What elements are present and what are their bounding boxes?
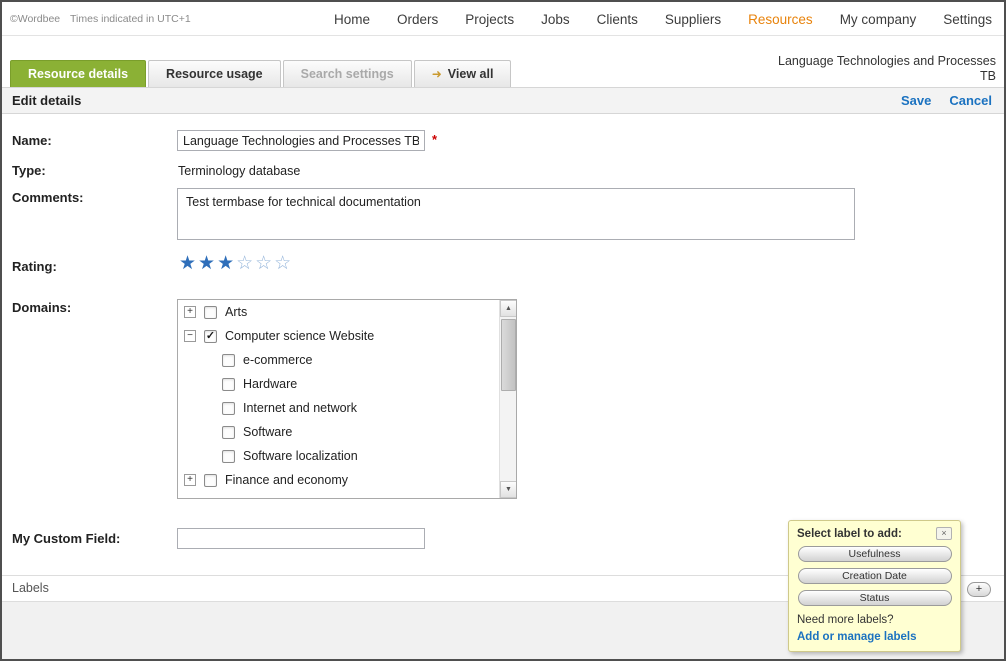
star-empty-icon[interactable]: ☆☆☆ [236,253,293,274]
scrollbar-thumb[interactable] [501,319,516,391]
type-value: Terminology database [178,164,300,178]
tree-row-label: Software localization [243,449,358,463]
checkbox[interactable] [204,474,217,487]
tree-row-software-localization[interactable]: Software localization [178,444,499,468]
tab-resource-usage[interactable]: Resource usage [148,60,281,87]
timezone-note: Times indicated in UTC+1 [70,13,191,25]
rating-label: Rating: [12,259,57,274]
checkbox[interactable] [204,498,217,500]
expand-icon[interactable]: + [184,474,196,486]
labels-section-title: Labels [12,581,49,595]
section-title: Edit details [12,93,81,108]
scroll-up-icon[interactable]: ▲ [500,300,517,317]
tree-row-finance-and-economy[interactable]: + Finance and economy [178,468,499,492]
app-window: ©Wordbee Times indicated in UTC+1 Home O… [0,0,1006,661]
close-icon[interactable]: × [936,527,952,540]
tab-resource-details[interactable]: Resource details [10,60,146,87]
star-filled-icon[interactable]: ★★★ [179,253,236,274]
nav-item-orders[interactable]: Orders [397,12,438,27]
popup-note: Need more labels? [797,614,952,626]
tree-row-label: Software [243,425,292,439]
cancel-button[interactable]: Cancel [949,93,992,108]
edit-details-bar: Edit details Save Cancel [2,87,1004,114]
tree-row-arts[interactable]: + Arts [178,300,499,324]
custom-field-input[interactable] [177,528,425,549]
tree-row-ecommerce[interactable]: e-commerce [178,348,499,372]
tree-row-computer-science[interactable]: − ✓ Computer science Website [178,324,499,348]
tree-row-clipped[interactable]: + [178,492,499,499]
toolbar-actions: Save Cancel [901,93,992,108]
checkbox[interactable] [204,306,217,319]
tree-scrollbar[interactable]: ▲ ▼ [499,300,516,498]
tab-view-all-label: View all [448,67,494,81]
checkbox[interactable] [222,402,235,415]
domains-tree-panel: + Arts − ✓ Computer science Website e-co… [177,299,517,499]
nav-item-suppliers[interactable]: Suppliers [665,12,721,27]
checkbox[interactable] [222,426,235,439]
tab-strip: Resource details Resource usage Search s… [10,60,511,87]
label-option-creation-date[interactable]: Creation Date [798,568,952,584]
arrow-right-icon: ➜ [432,67,442,81]
rating-stars[interactable]: ★★★☆☆☆ [179,252,293,275]
label-option-status[interactable]: Status [798,590,952,606]
manage-labels-link[interactable]: Add or manage labels [797,631,952,643]
add-label-button[interactable]: + [967,582,991,597]
main-nav: Home Orders Projects Jobs Clients Suppli… [334,2,992,36]
tree-row-label: Internet and network [243,401,357,415]
popup-title: Select label to add: [797,528,902,540]
label-picker-popup: Select label to add: × Usefulness Creati… [788,520,961,652]
nav-item-projects[interactable]: Projects [465,12,514,27]
collapse-icon[interactable]: − [184,330,196,342]
tree-row-label: Arts [225,305,247,319]
checkbox[interactable] [222,450,235,463]
popup-header: Select label to add: × [797,527,952,540]
save-button[interactable]: Save [901,93,931,108]
required-asterisk: * [432,132,437,147]
scroll-down-icon[interactable]: ▼ [500,481,517,498]
expand-icon[interactable]: + [184,306,196,318]
type-label: Type: [12,163,46,178]
nav-item-resources[interactable]: Resources [748,12,813,27]
custom-field-label: My Custom Field: [12,531,120,546]
tree-row-label: Finance and economy [225,473,348,487]
top-bar: ©Wordbee Times indicated in UTC+1 Home O… [2,2,1004,36]
nav-item-my-company[interactable]: My company [840,12,917,27]
domains-tree-rows: + Arts − ✓ Computer science Website e-co… [178,300,499,499]
nav-item-home[interactable]: Home [334,12,370,27]
name-label: Name: [12,133,52,148]
nav-item-settings[interactable]: Settings [943,12,992,27]
tab-view-all[interactable]: ➜ View all [414,60,512,87]
tree-row-hardware[interactable]: Hardware [178,372,499,396]
checkbox[interactable] [222,378,235,391]
resource-title: Language Technologies and Processes TB [771,54,996,84]
tree-row-internet-and-network[interactable]: Internet and network [178,396,499,420]
checkbox[interactable] [222,354,235,367]
checkbox-checked[interactable]: ✓ [204,330,217,343]
name-input[interactable] [177,130,425,151]
domains-label: Domains: [12,300,71,315]
brand-text: ©Wordbee [10,13,60,25]
tree-row-label: Hardware [243,377,297,391]
tree-row-software[interactable]: Software [178,420,499,444]
expand-icon[interactable]: + [184,498,196,499]
tab-search-settings: Search settings [283,60,412,87]
tree-row-label: e-commerce [243,353,312,367]
tree-row-label: Computer science Website [225,329,374,343]
label-option-usefulness[interactable]: Usefulness [798,546,952,562]
nav-item-clients[interactable]: Clients [597,12,638,27]
comments-textarea[interactable]: Test termbase for technical documentatio… [177,188,855,240]
comments-label: Comments: [12,190,84,205]
nav-item-jobs[interactable]: Jobs [541,12,570,27]
